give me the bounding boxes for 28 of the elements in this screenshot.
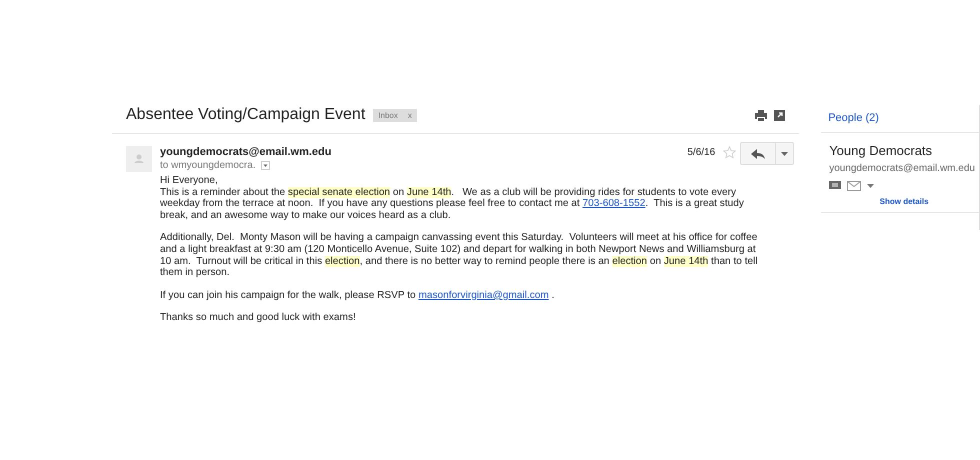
caret-icon <box>781 152 788 156</box>
inbox-label[interactable]: Inbox x <box>373 108 417 122</box>
contact-name: Young Democrats <box>829 143 934 158</box>
reply-icon <box>751 148 766 158</box>
email-subject: Absentee Voting/Campaign Event <box>126 106 366 124</box>
star-icon[interactable] <box>723 146 736 159</box>
print-icon[interactable] <box>755 110 768 120</box>
new-window-icon[interactable] <box>774 110 786 120</box>
people-heading[interactable]: People (2) <box>821 105 979 133</box>
mail-icon[interactable] <box>847 181 862 191</box>
dropdown-icon[interactable] <box>867 184 874 188</box>
recipient-text: to wmyoungdemocra. <box>160 160 256 171</box>
link[interactable]: 703-608-1552 <box>582 198 646 210</box>
message-paragraph: Thanks so much and good luck with exams! <box>160 312 357 324</box>
dropdown-icon[interactable] <box>260 161 270 170</box>
link[interactable]: masonforvirginia@gmail.com <box>418 290 549 301</box>
message-paragraph: Hi Everyone, <box>160 175 219 187</box>
chat-icon[interactable] <box>829 181 842 191</box>
reply-button[interactable] <box>740 142 776 165</box>
sender-address: youngdemocrats@email.wm.edu <box>160 146 332 158</box>
message-paragraph: This is a reminder about the special senate election on June 14th. We as a club will be providing rides for students to vote every weekday from the terrace at noon. If you have any questions please feel free to contact me at 703-608-1552. This is a great study break, and an awesome way to make our voices heard as a club. <box>160 186 745 222</box>
message-date: 5/6/16 <box>687 147 716 158</box>
message-paragraph: Additionally, Del. Monty Mason will be having a campaign canvassing event this Saturday. Volunteers will meet at his office for coffee and a light breakfast at 9:30 am (120 Monticello Avenue, Suite 102) and depart for walking in both Newport News and Williamsburg at 10 am. Turnout will be critical in this election, and there is no better way to remind people there is an election on June 14th than to tell them in person. <box>160 232 759 279</box>
avatar-icon <box>126 146 152 172</box>
show-details-link[interactable]: Show details <box>880 197 929 206</box>
message-paragraph: If you can join his campaign for the walk, please RSVP to masonforvirginia@gmail.com . <box>160 290 556 302</box>
contact-email: youngdemocrats@email.wm.edu <box>829 163 976 174</box>
more-button[interactable] <box>776 142 794 165</box>
